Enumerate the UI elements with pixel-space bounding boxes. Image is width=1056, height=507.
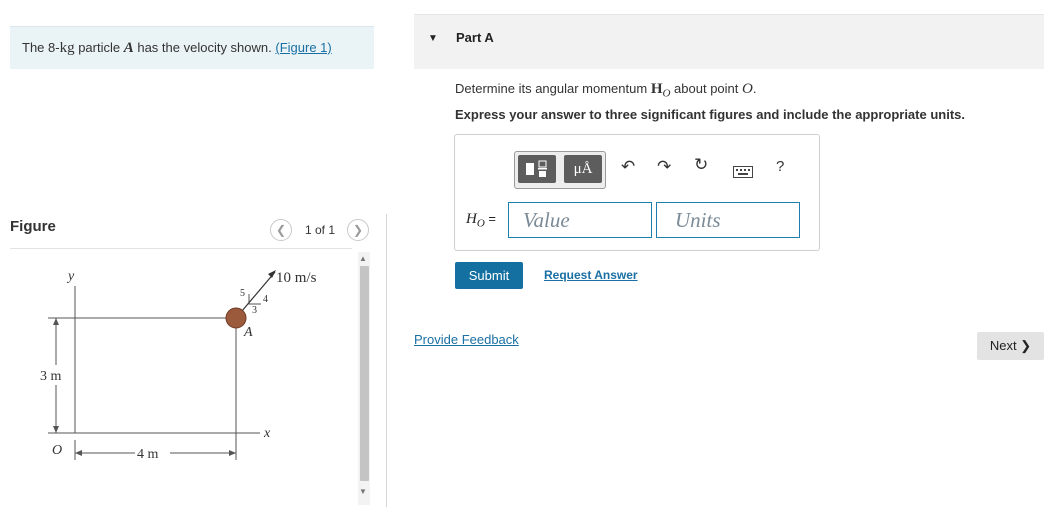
question-text: Determine its angular momentum H O about … — [455, 81, 756, 100]
submit-button[interactable]: Submit — [455, 262, 523, 289]
part-title: Part A — [456, 30, 494, 45]
scrollbar-thumb[interactable] — [360, 266, 369, 481]
templates-icon — [526, 160, 547, 177]
problem-statement-box: The 8-kg particle A has the velocity sho… — [10, 26, 374, 69]
figure-diagram: y x O 3 m 4 m 10 m/s A 5 4 3 — [40, 269, 317, 462]
angular-momentum-symbol: H — [650, 81, 663, 97]
problem-statement: The 8-kg particle A has the velocity sho… — [22, 40, 332, 57]
problem-text-mid: particle — [74, 40, 124, 55]
scroll-up-icon[interactable]: ▲ — [359, 254, 367, 263]
instruction-text: Express your answer to three significant… — [455, 107, 965, 122]
help-button[interactable]: ? — [776, 158, 784, 175]
redo-icon[interactable]: ↷ — [657, 157, 671, 177]
problem-text-tail: has the velocity shown. — [133, 40, 276, 55]
triangle-vertical-label: 4 — [263, 294, 268, 305]
answer-label-symbol: H — [466, 211, 477, 227]
reset-icon[interactable]: ↻ — [694, 155, 708, 175]
mass-unit: kg — [59, 40, 75, 56]
figure-divider — [10, 248, 352, 249]
dim-4m-label: 4 m — [137, 447, 159, 462]
velocity-label: 10 m/s — [276, 270, 317, 286]
answer-label: HO = — [466, 211, 496, 230]
triangle-horizontal-label: 3 — [252, 305, 257, 316]
answer-label-equals: = — [484, 211, 497, 226]
next-button[interactable]: Next ❯ — [977, 332, 1044, 360]
units-button[interactable]: μÅ — [564, 155, 602, 183]
x-axis-label: x — [263, 426, 271, 441]
caret-down-icon[interactable]: ▼ — [428, 33, 438, 44]
units-input[interactable] — [656, 202, 800, 238]
answer-label-subscript: O — [476, 217, 485, 230]
question-mid: about point — [670, 81, 742, 96]
particle-symbol: A — [123, 40, 134, 56]
provide-feedback-link[interactable]: Provide Feedback — [414, 332, 519, 347]
triangle-hypotenuse-label: 5 — [240, 288, 245, 299]
chevron-left-icon: ❮ — [275, 223, 287, 237]
figure-link[interactable]: (Figure 1) — [275, 40, 331, 55]
chevron-right-icon: ❯ — [352, 223, 364, 237]
math-toolbar-group: μÅ — [514, 151, 606, 189]
panel-separator — [386, 214, 387, 507]
figure-page-indicator: 1 of 1 — [305, 223, 336, 237]
figure-title: Figure — [10, 218, 56, 235]
point-o-symbol: O — [742, 81, 753, 97]
request-answer-link[interactable]: Request Answer — [544, 268, 638, 282]
keyboard-icon[interactable] — [733, 165, 753, 183]
figure-prev-button[interactable]: ❮ — [270, 219, 292, 241]
scroll-down-icon[interactable]: ▼ — [359, 487, 367, 496]
y-axis-label: y — [66, 269, 75, 284]
question-end: . — [752, 81, 757, 96]
particle-a — [225, 307, 247, 329]
templates-button[interactable] — [518, 155, 556, 183]
dim-3m-label: 3 m — [40, 369, 62, 384]
question-pre: Determine its angular momentum — [455, 81, 651, 96]
units-icon: μÅ — [573, 160, 593, 177]
particle-label: A — [243, 325, 253, 340]
part-header[interactable] — [414, 15, 1044, 69]
velocity-arrowhead — [268, 270, 276, 278]
problem-text-intro: The 8- — [22, 40, 60, 55]
undo-icon[interactable]: ↶ — [621, 157, 635, 177]
value-input[interactable] — [508, 202, 652, 238]
origin-label: O — [52, 443, 62, 458]
figure-next-button[interactable]: ❯ — [347, 219, 369, 241]
